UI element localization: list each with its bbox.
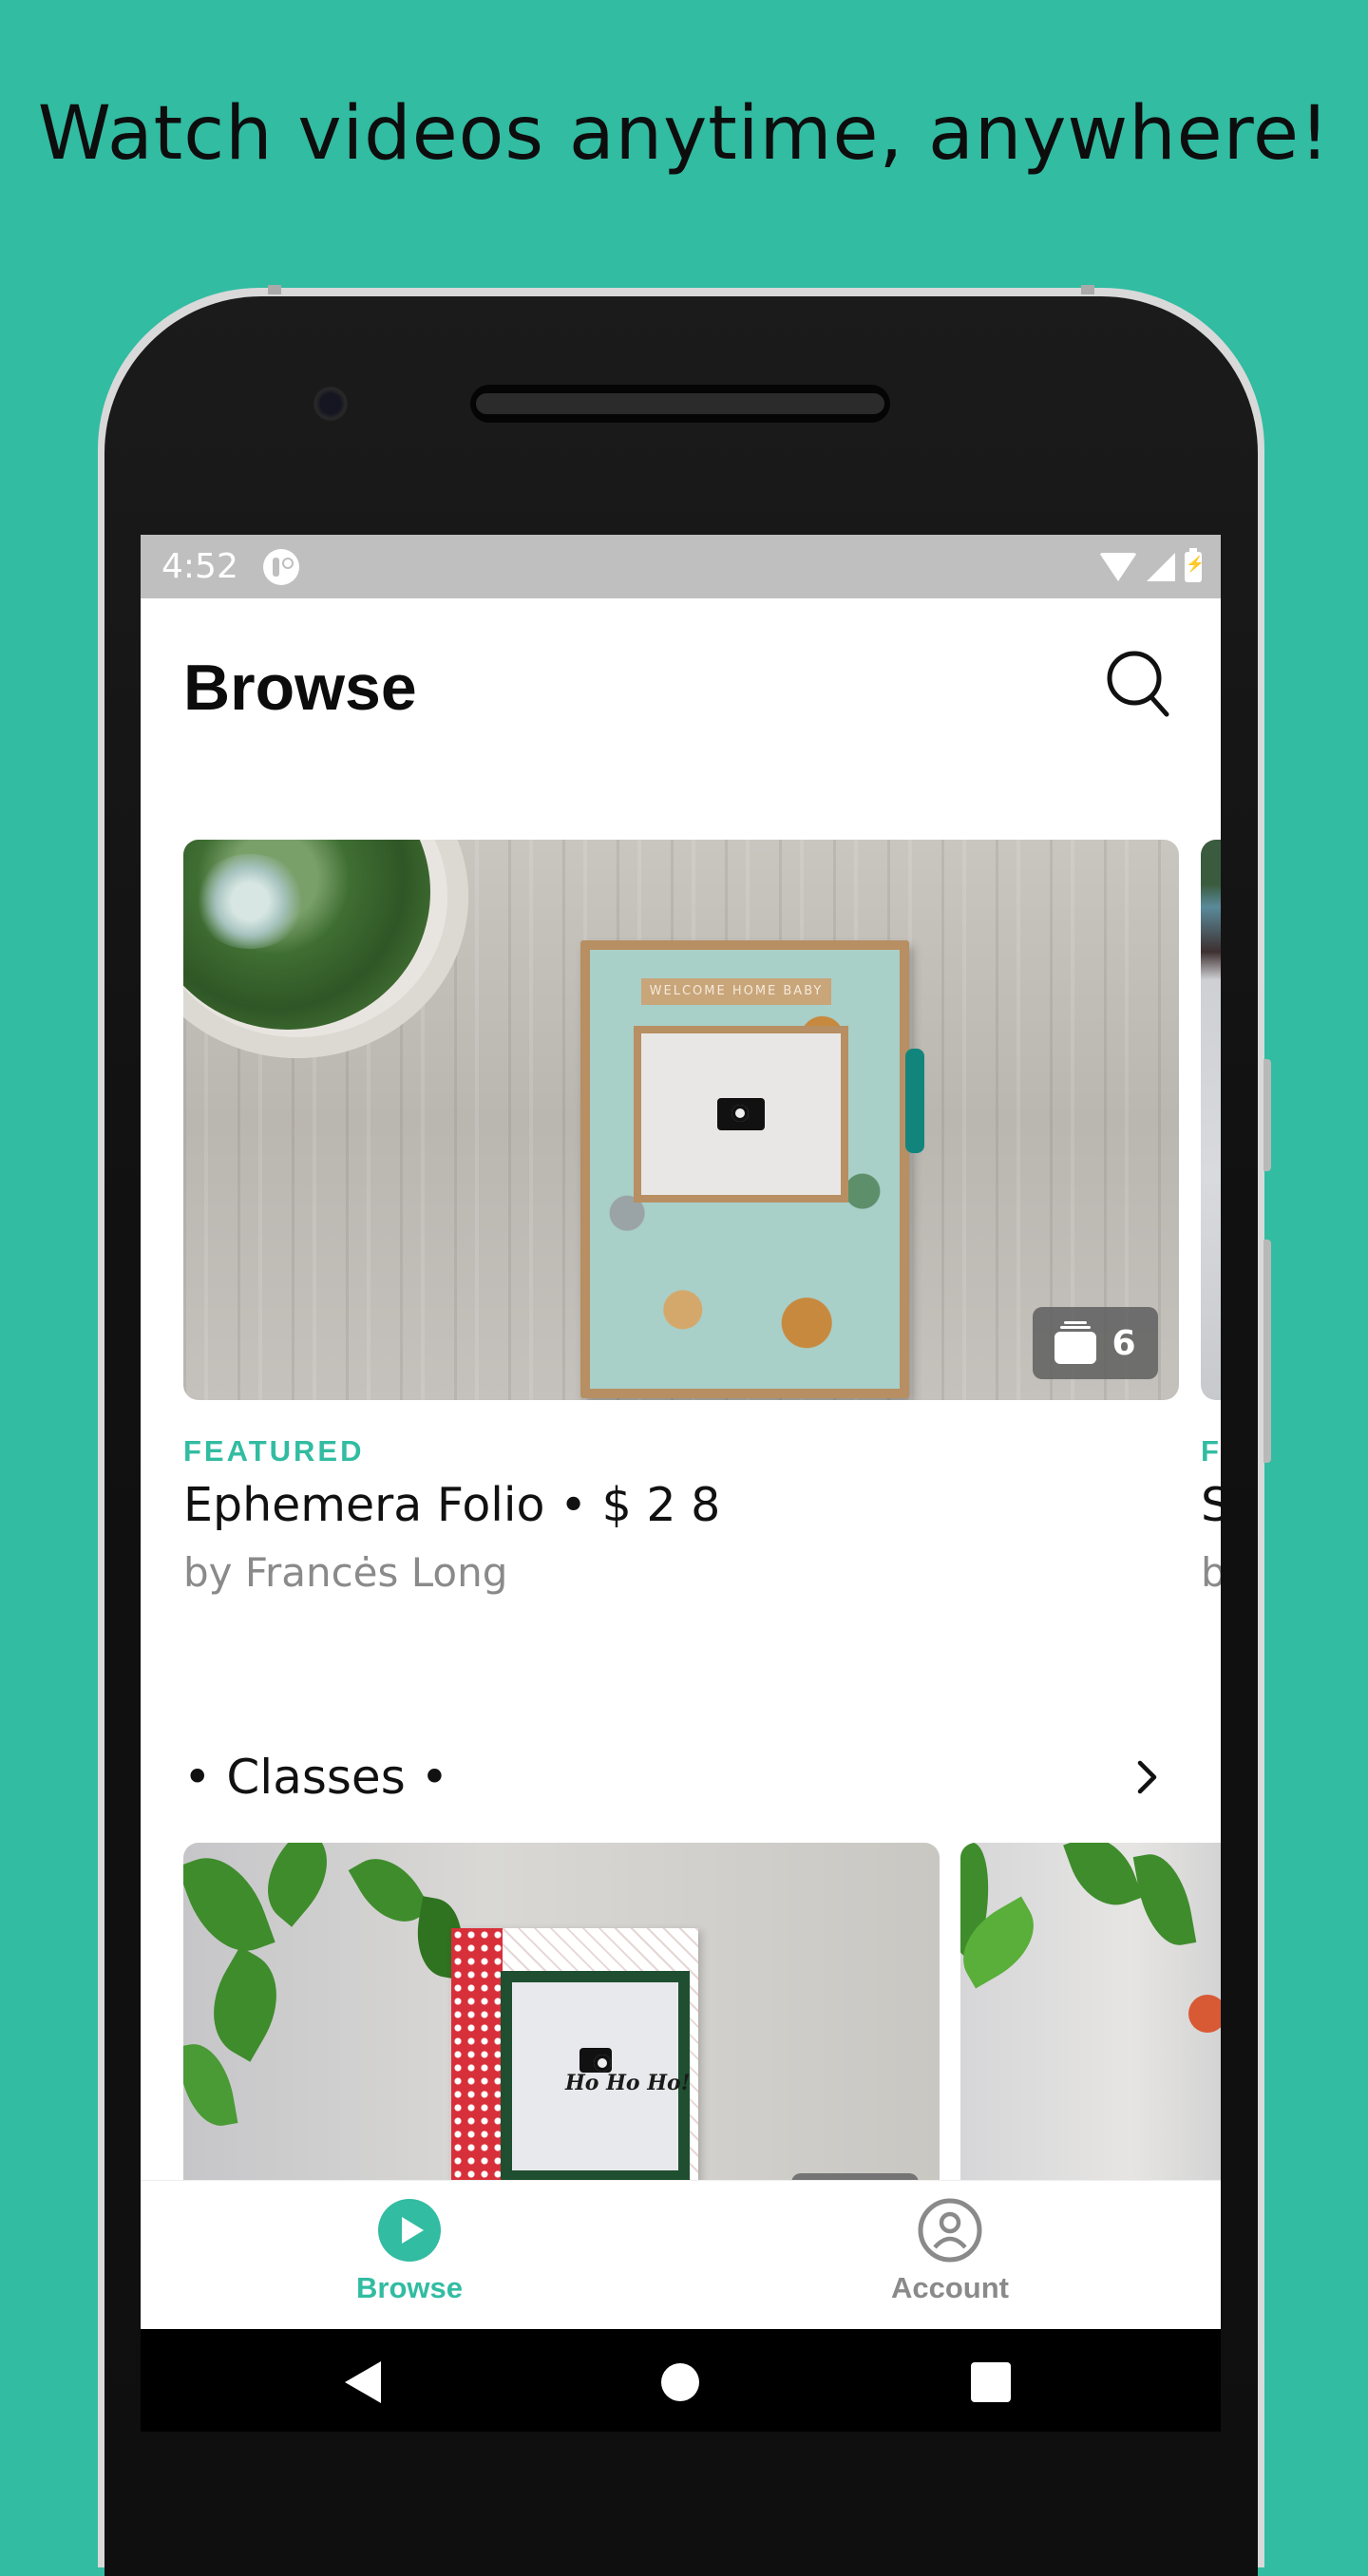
video-count: 6 — [1112, 1323, 1136, 1363]
status-time: 4:52 — [162, 547, 238, 586]
class-card[interactable] — [960, 1843, 1221, 2185]
leaf — [1132, 1848, 1197, 1951]
leaf — [183, 2038, 238, 2131]
folio-ribbon — [905, 1049, 924, 1153]
folio-photo: WELCOME HOME BABY — [580, 940, 909, 1398]
play-circle-icon — [378, 2199, 441, 2262]
front-camera — [314, 385, 348, 423]
featured-card[interactable]: WELCOME HOME BABY 6 FEATURED Ephemera Fo… — [183, 840, 1179, 1596]
home-icon[interactable] — [661, 2363, 699, 2401]
phone-volume-button — [1264, 1240, 1271, 1463]
video-stack-icon — [1054, 1321, 1097, 1364]
phone-screen: 4:52 Browse WELCOME HOME BABY — [141, 535, 1221, 2432]
class-card[interactable]: Ho Ho Ho! — [183, 1843, 940, 2185]
signal-icon — [1147, 552, 1175, 581]
featured-thumbnail-next[interactable] — [1201, 840, 1221, 1400]
featured-author: by Francės Long — [183, 1549, 508, 1596]
featured-card-next[interactable]: F S b — [1201, 840, 1221, 1596]
battery-charging-icon — [1185, 547, 1205, 582]
folio-photo-window — [634, 1026, 848, 1203]
wifi-icon — [1099, 552, 1137, 581]
folio-banner-text: WELCOME HOME BABY — [641, 978, 831, 1005]
featured-thumbnail[interactable]: WELCOME HOME BABY 6 — [183, 840, 1179, 1400]
leaf — [192, 1946, 298, 2062]
class-card-image-text: Ho Ho Ho! — [565, 2071, 691, 2095]
notification-app-icon — [262, 548, 299, 585]
leaf — [1063, 1843, 1143, 1917]
phone-power-button — [1264, 1059, 1271, 1171]
camera-icon — [579, 2048, 612, 2073]
app-header: Browse — [141, 598, 1221, 779]
promo-headline: Watch videos anytime, anywhere! — [37, 91, 1331, 177]
system-navigation-bar — [141, 2329, 1221, 2432]
status-bar: 4:52 — [141, 535, 1221, 598]
search-icon — [1107, 651, 1169, 717]
camera-icon — [717, 1098, 765, 1130]
bottom-navigation: Browse Account — [141, 2181, 1221, 2329]
nav-account[interactable]: Account — [855, 2198, 1045, 2305]
featured-title[interactable]: Ephemera Folio • $ 2 8 — [183, 1478, 1179, 1532]
nav-browse-label: Browse — [356, 2271, 463, 2304]
search-button[interactable] — [1100, 646, 1176, 722]
classes-section-header[interactable]: • Classes • — [183, 1736, 1190, 1822]
earpiece-speaker — [470, 385, 890, 423]
status-icons — [1099, 547, 1205, 582]
featured-label-next: F — [1201, 1434, 1221, 1468]
recents-icon[interactable] — [971, 2362, 1011, 2402]
video-count-badge: 6 — [1033, 1307, 1158, 1379]
featured-title-next: S — [1201, 1478, 1221, 1532]
see-all-classes-button[interactable] — [1124, 1753, 1171, 1801]
chevron-right-icon — [1137, 1760, 1157, 1794]
leaf — [183, 1844, 276, 1965]
phone-top-seam — [268, 285, 281, 294]
ornament — [1188, 1995, 1221, 2033]
classes-section-title: • Classes • — [183, 1750, 449, 1805]
account-circle-icon — [918, 2198, 982, 2263]
page-title: Browse — [183, 652, 417, 724]
succulent — [193, 854, 307, 949]
phone-top-seam — [1081, 285, 1094, 294]
class-card-photo: Ho Ho Ho! — [451, 1928, 698, 2185]
nav-account-label: Account — [891, 2271, 1009, 2304]
back-icon[interactable] — [345, 2361, 381, 2403]
nav-browse[interactable]: Browse — [314, 2198, 504, 2305]
featured-label: FEATURED — [183, 1434, 365, 1468]
featured-author-next: b — [1201, 1549, 1221, 1596]
